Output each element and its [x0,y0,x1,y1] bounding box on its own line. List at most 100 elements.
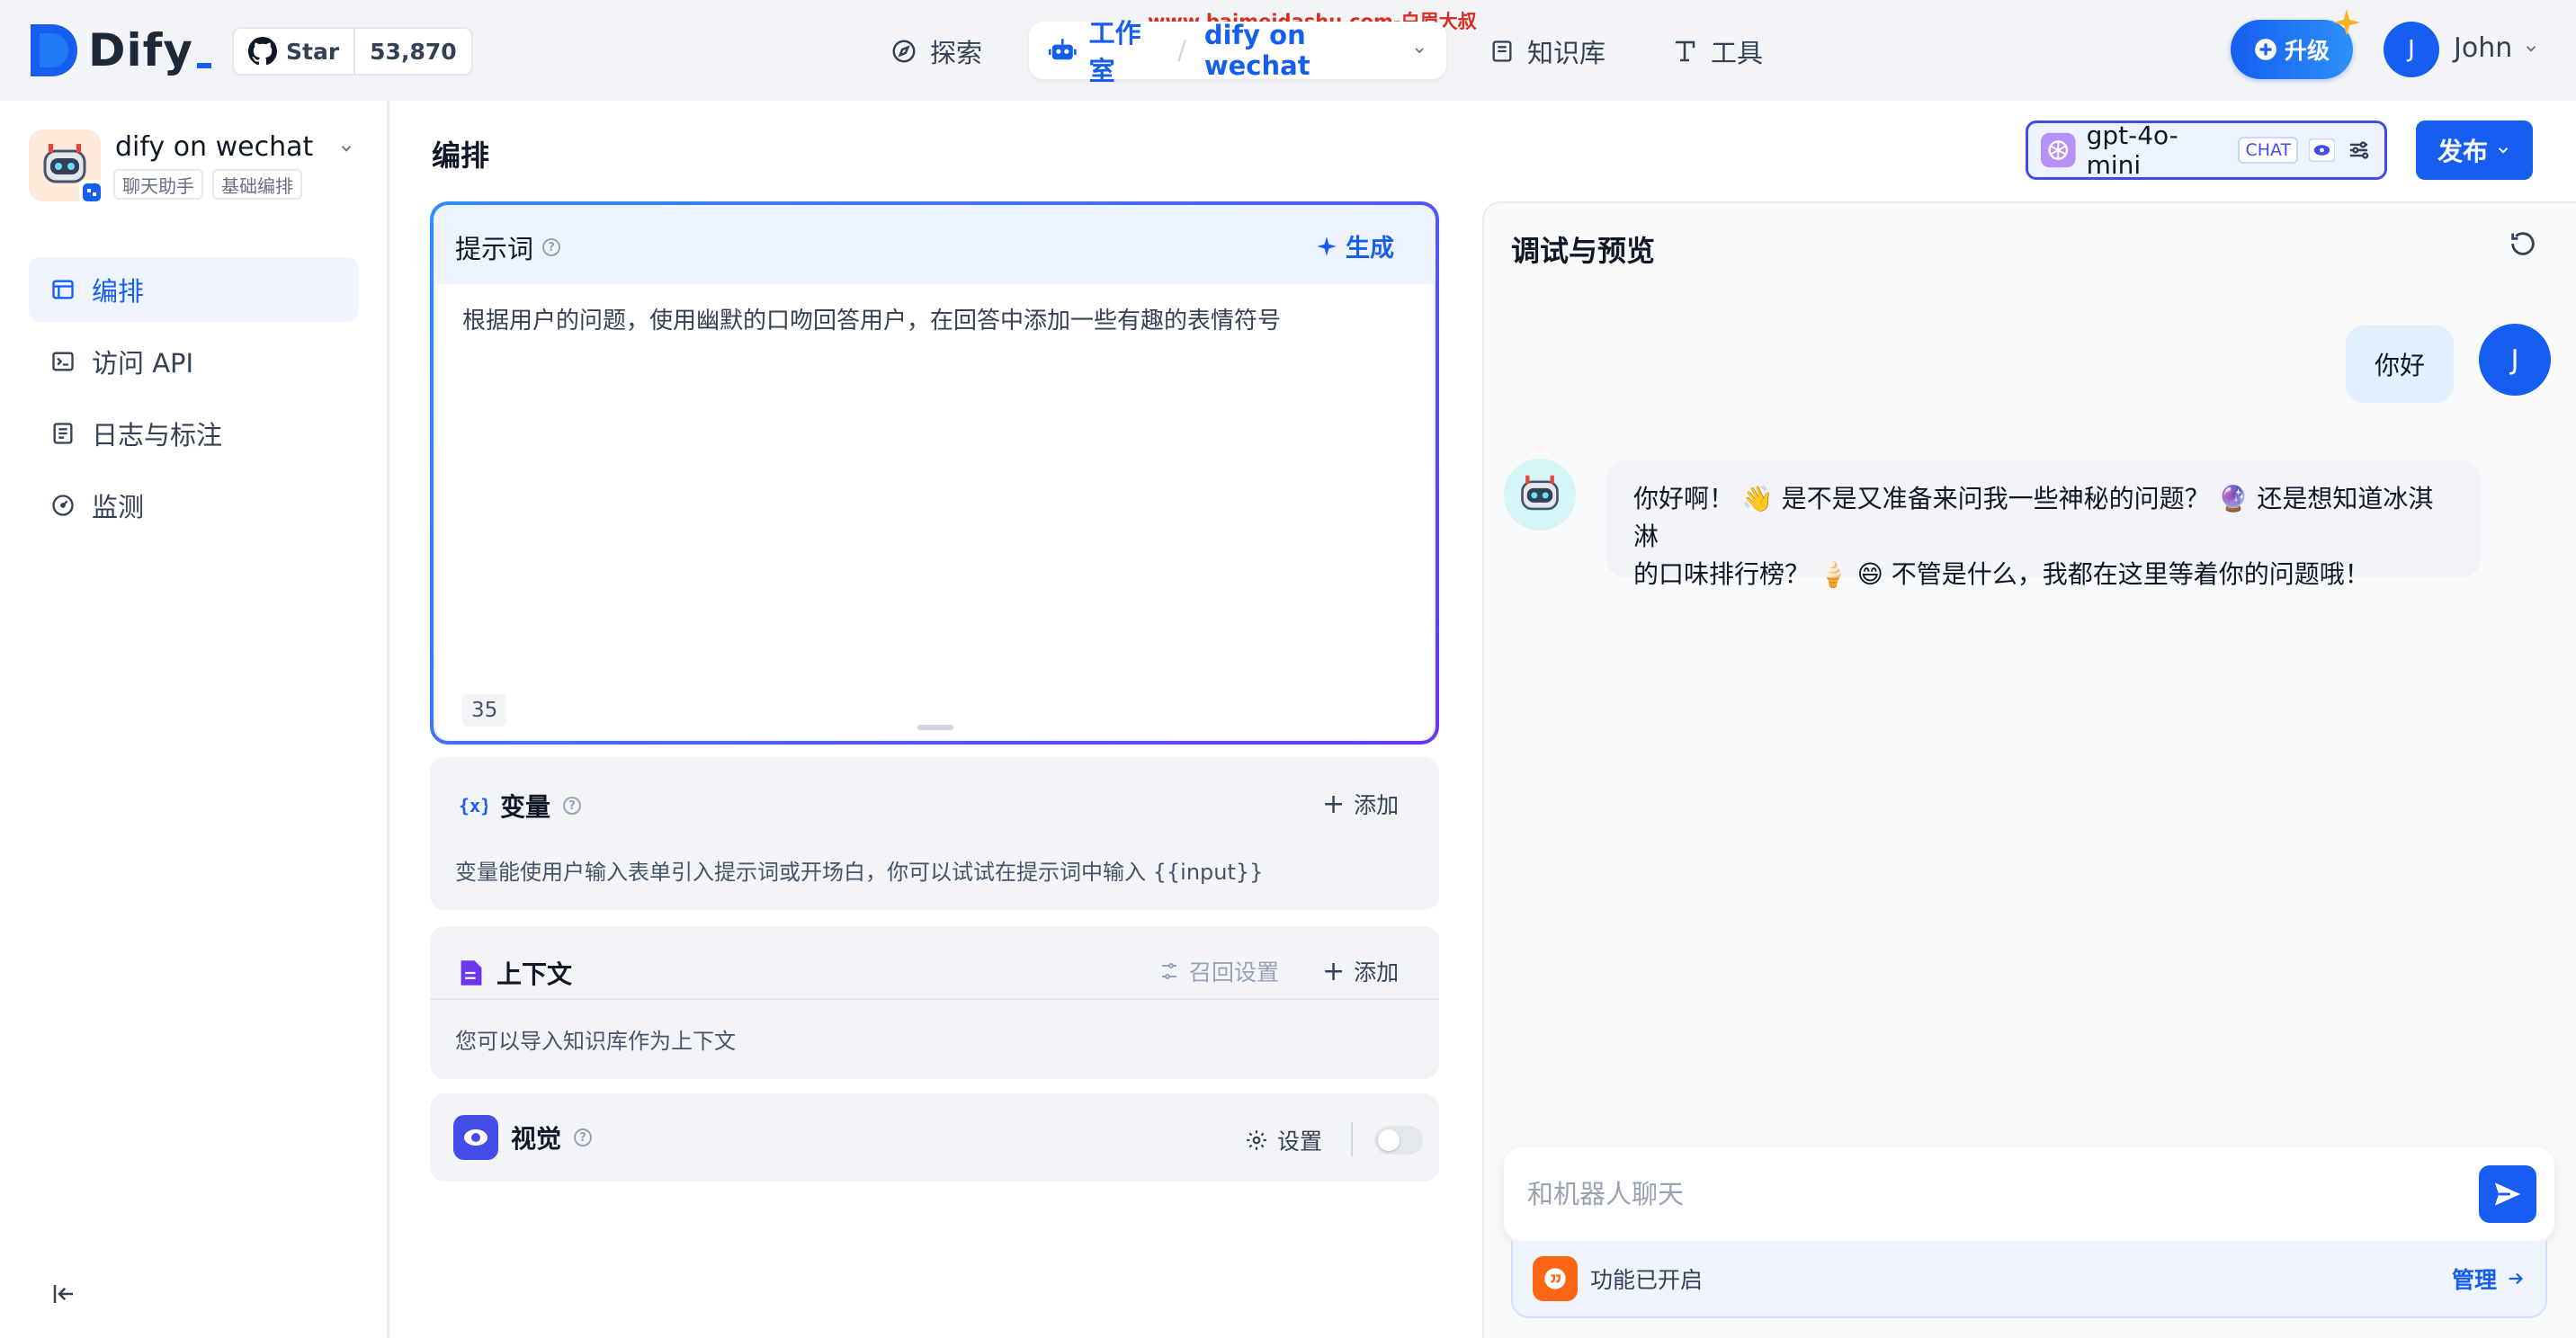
variable-icon: {x} [459,795,487,816]
add-variable-label: 添加 [1354,792,1400,818]
sliders-icon [2349,141,2369,159]
recall-settings-button[interactable]: 召回设置 [1158,955,1279,987]
variables-card [430,757,1439,910]
nav-current-app[interactable]: dify on wechat [1204,20,1400,81]
vision-settings-button[interactable]: 设置 [1245,1124,1322,1156]
context-header: 上下文 [459,955,572,991]
upgrade-label: 升级 [2284,38,2330,64]
vision-title: 视觉 [511,1124,562,1154]
user-message-avatar: J [2479,324,2551,396]
chevron-down-icon[interactable] [338,140,354,156]
prompt-label: 提示词 [455,234,534,264]
bot-message-bubble: 你好啊！ 👋 是不是又准备来问我一些神秘的问题？ 🔮 还是想知道冰淇淋 的口味排… [1606,460,2481,589]
app-tag-basic-orchestration: 基础编排 [212,169,302,200]
variables-header: {x} 变量 ? [459,788,582,824]
brand-underscore [197,63,211,68]
user-avatar[interactable]: J [2384,22,2439,77]
terminal-icon [52,352,74,371]
app-name[interactable]: dify on wechat [115,131,313,163]
model-selector[interactable]: gpt-4o-mini CHAT [2026,120,2387,180]
sidebar-item-label: 访问 API [92,348,194,379]
quote-icon [1533,1256,1578,1301]
vision-settings-label: 设置 [1277,1128,1323,1155]
sidebar-item-label: 监测 [92,492,145,522]
sidebar-item-api[interactable]: 访问 API [29,329,358,394]
refresh-icon[interactable] [2508,228,2538,259]
vision-toggle-knob [1378,1129,1400,1151]
manage-features-button[interactable]: 管理 [2452,1262,2526,1295]
features-enabled-bar: 功能已开启 管理 [1511,1241,2547,1318]
model-mode-badge: CHAT [2238,137,2299,164]
send-button[interactable] [2479,1165,2536,1223]
add-context-label: 添加 [1354,959,1400,986]
chat-app-type-icon [79,180,104,205]
context-card [430,926,1439,1079]
features-status: 功能已开启 [1590,1267,1704,1293]
svg-text:{x}: {x} [459,795,487,816]
gauge-icon [52,495,74,516]
app-tag-chat-assistant: 聊天助手 [113,169,203,200]
help-icon[interactable]: ? [542,238,561,256]
variables-description: 变量能使用户输入表单引入提示词或开场白，你可以试试在提示词中输入 {{input… [455,860,1264,885]
nav-tools-label: 工具 [1711,38,1764,68]
help-icon[interactable]: ? [563,797,582,815]
sidebar-item-monitor[interactable]: 监测 [29,473,358,538]
nav-studio[interactable]: 工作室 / dify on wechat [1029,18,1446,86]
nav-tools[interactable]: 工具 [1671,25,1763,77]
chat-input[interactable] [1527,1174,2427,1214]
plus-icon: + [1322,788,1346,820]
brand-name: Dify [88,24,193,76]
collapse-sidebar-icon[interactable] [50,1280,77,1307]
bot-message-line: 你好啊！ 👋 是不是又准备来问我一些神秘的问题？ 🔮 还是想知道冰淇淋 [1633,484,2434,551]
vision-eye-icon [2309,138,2336,162]
star-sparkle-icon [2333,9,2360,36]
sparkle-plus-icon [2255,39,2276,60]
send-icon [2494,1182,2521,1206]
user-message-bubble: 你好 [2346,326,2454,403]
chevron-down-icon [2527,45,2536,52]
prompt-header: 提示词 ? [455,228,561,266]
sidebar-item-logs[interactable]: 日志与标注 [29,401,358,466]
add-variable-button[interactable]: + 添加 [1322,788,1399,820]
github-star-count: 53,870 [370,38,457,65]
generate-label: 生成 [1346,235,1394,263]
github-star-label: Star [286,38,340,65]
nav-knowledge-label: 知识库 [1527,38,1606,68]
bot-message-line: 的口味排行榜？ 🍦 😄 不管是什么，我都在这里等着你的问题哦！ [1633,559,2370,589]
divider [430,998,1439,1000]
nav-knowledge[interactable]: 知识库 [1489,25,1606,77]
github-star-button[interactable]: Star 53,870 [232,27,473,76]
model-name: gpt-4o-mini [2086,120,2178,180]
layout-icon [52,280,74,299]
context-description: 您可以导入知识库作为上下文 [455,1029,736,1054]
generate-prompt-button[interactable]: 生成 [1315,228,1394,263]
recall-settings-label: 召回设置 [1189,959,1280,986]
chevron-down-icon [1415,48,1424,54]
sidebar-item-orchestrate[interactable]: 编排 [29,257,358,322]
debug-preview-title: 调试与预览 [1511,234,1656,268]
user-name: John [2454,32,2513,64]
help-icon[interactable]: ? [574,1128,593,1146]
chevron-down-icon [2498,147,2509,154]
resize-handle[interactable] [917,725,953,730]
divider [1351,1122,1353,1156]
plus-icon: + [1322,955,1346,987]
publish-button[interactable]: 发布 [2416,120,2533,180]
context-title: 上下文 [496,959,573,989]
recall-settings-icon [1162,963,1176,979]
nav-studio-label: 工作室 [1088,18,1141,86]
compass-icon [892,40,916,63]
dify-logo[interactable]: Dify [31,23,211,77]
sparkle-icon [1317,236,1337,256]
prompt-text[interactable]: 根据用户的问题，使用幽默的口吻回答用户，在回答中添加一些有趣的表情符号 [462,302,1281,335]
prompt-textarea[interactable] [435,284,1434,739]
nav-explore[interactable]: 探索 [890,25,982,77]
add-context-button[interactable]: + 添加 [1322,955,1399,987]
openai-icon [2041,132,2076,168]
dify-logo-icon [31,24,77,76]
log-icon [53,423,73,444]
page-title: 编排 [432,138,490,173]
sidebar-item-label: 编排 [92,276,145,307]
user-menu[interactable]: John [2454,32,2539,64]
publish-label: 发布 [2437,137,2488,166]
